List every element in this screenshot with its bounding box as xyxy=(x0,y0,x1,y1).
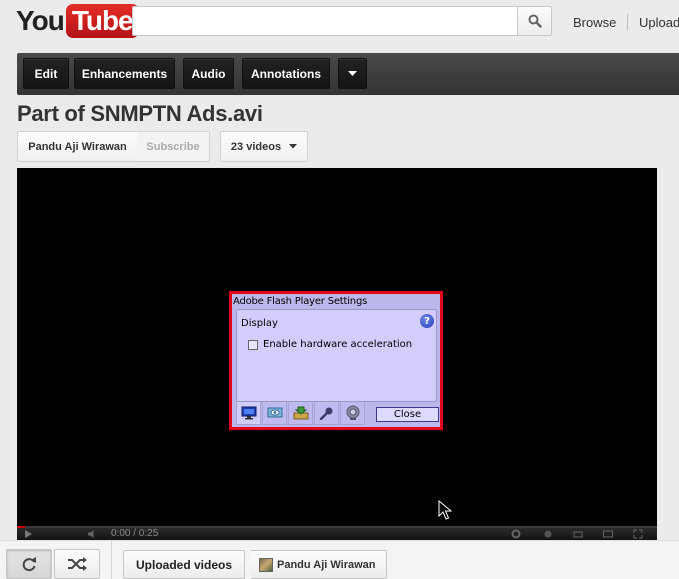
avatar xyxy=(259,557,273,572)
autoplay-button[interactable] xyxy=(6,549,52,579)
logo-you-text: You xyxy=(16,5,65,36)
help-icon[interactable]: ? xyxy=(420,314,434,328)
flash-tabs: Close xyxy=(236,402,439,426)
camera-icon xyxy=(346,405,359,420)
shuffle-button[interactable] xyxy=(54,549,100,579)
video-title: Part of SNMPTN Ads.avi xyxy=(17,101,263,126)
browse-link[interactable]: Browse xyxy=(573,15,616,30)
masthead: You Tube Browse Upload xyxy=(0,0,679,46)
volume-icon[interactable] xyxy=(87,529,97,539)
uploaded-videos-tab[interactable]: Uploaded videos xyxy=(123,550,246,579)
caret-down-icon xyxy=(348,70,357,76)
annotations-icon[interactable] xyxy=(543,529,553,539)
flash-display-panel: Display ? Enable hardware acceleration xyxy=(236,309,437,402)
more-actions-button[interactable] xyxy=(338,58,367,89)
gear-icon[interactable] xyxy=(511,529,521,539)
flash-close-button[interactable]: Close xyxy=(376,407,439,422)
enhancements-button[interactable]: Enhancements xyxy=(74,58,175,89)
channel-tab[interactable]: Pandu Aji Wirawan xyxy=(251,550,387,579)
flash-tab-privacy[interactable] xyxy=(262,402,287,425)
display-icon xyxy=(241,406,256,420)
bottom-divider xyxy=(111,541,112,579)
channel-name-button[interactable]: Pandu Aji Wirawan xyxy=(17,131,138,162)
mouse-cursor-icon xyxy=(438,500,452,520)
refresh-icon xyxy=(22,557,36,572)
annotations-button[interactable]: Annotations xyxy=(242,58,330,89)
flash-section-heading: Display xyxy=(241,318,278,329)
search-icon xyxy=(528,14,542,28)
channel-tab-label: Pandu Aji Wirawan xyxy=(277,558,376,571)
edit-button[interactable]: Edit xyxy=(23,58,69,89)
caret-down-icon xyxy=(289,144,298,149)
privacy-icon xyxy=(267,407,282,418)
player-controls: 0:00 / 0:25 xyxy=(17,526,657,540)
flash-dialog-title: Adobe Flash Player Settings xyxy=(233,296,368,307)
time-display: 0:00 / 0:25 xyxy=(111,528,159,539)
masthead-divider xyxy=(627,14,628,30)
progress-bar[interactable] xyxy=(17,526,25,528)
play-icon[interactable] xyxy=(23,529,33,539)
upload-link[interactable]: Upload xyxy=(639,15,679,30)
search-input[interactable] xyxy=(132,6,518,36)
storage-icon xyxy=(293,406,308,420)
youtube-logo[interactable]: You Tube xyxy=(16,4,139,38)
logo-tube-text: Tube xyxy=(65,4,139,38)
flash-tab-microphone[interactable] xyxy=(314,402,339,425)
flash-tab-storage[interactable] xyxy=(288,402,313,425)
playlist-bar: Uploaded videos Pandu Aji Wirawan xyxy=(0,540,679,579)
hardware-acceleration-label[interactable]: Enable hardware acceleration xyxy=(263,339,412,350)
microphone-icon xyxy=(319,407,332,420)
videos-count-label: 23 videos xyxy=(230,140,282,153)
videos-count-button[interactable]: 23 videos xyxy=(220,131,308,162)
large-player-icon[interactable] xyxy=(603,529,613,539)
audio-button[interactable]: Audio xyxy=(183,58,234,89)
small-player-icon[interactable] xyxy=(573,529,583,539)
edit-toolbar: Edit Enhancements Audio Annotations xyxy=(17,53,679,95)
flash-tab-display[interactable] xyxy=(236,402,261,425)
flash-settings-dialog: Adobe Flash Player Settings Display ? En… xyxy=(229,291,443,430)
hardware-acceleration-checkbox[interactable] xyxy=(248,340,258,350)
shuffle-icon xyxy=(68,557,87,571)
search-button[interactable] xyxy=(517,6,552,36)
fullscreen-icon[interactable] xyxy=(633,529,643,539)
flash-tab-camera[interactable] xyxy=(340,402,365,425)
subscribe-button[interactable]: Subscribe xyxy=(137,131,210,162)
